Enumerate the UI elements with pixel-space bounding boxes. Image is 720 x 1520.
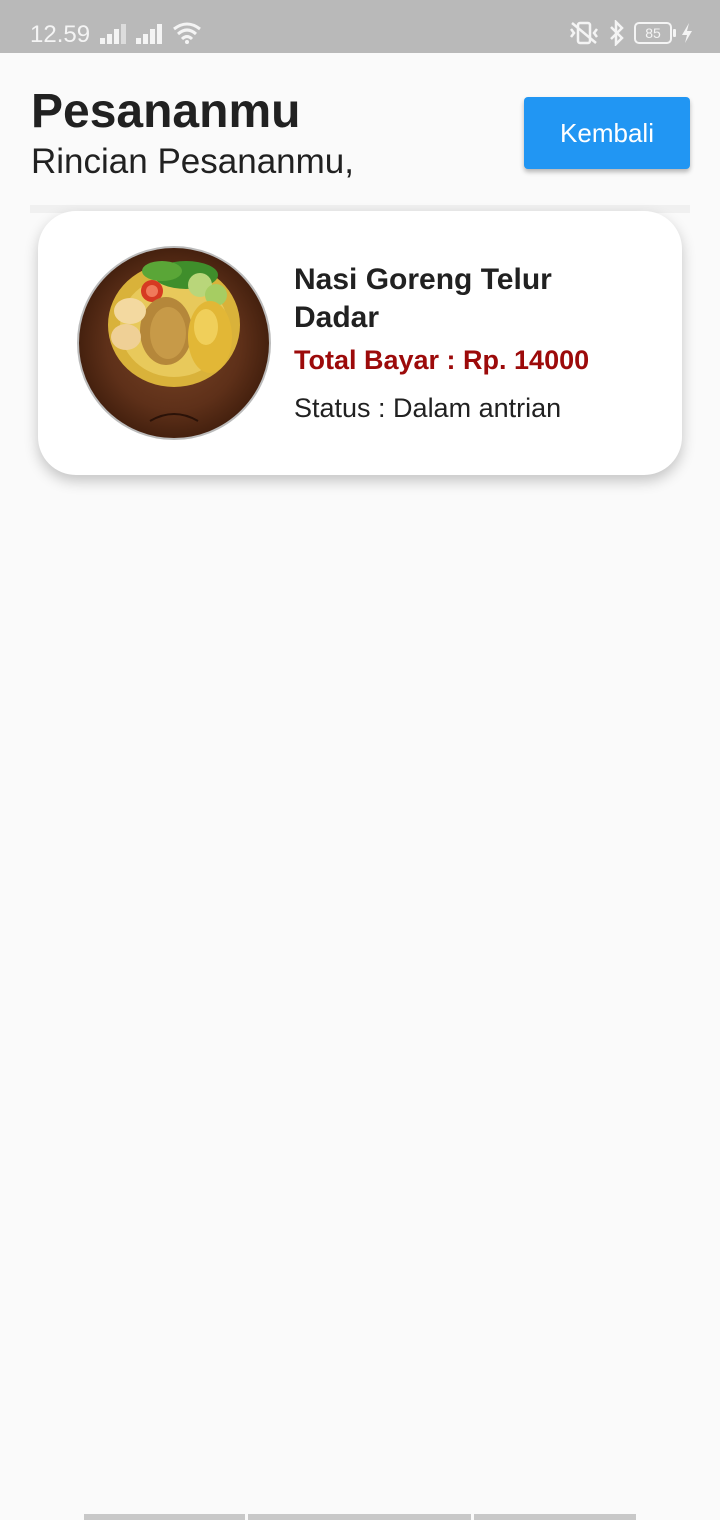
charging-icon: [682, 23, 692, 43]
bluetooth-icon: [610, 20, 624, 46]
wifi-icon: [173, 22, 201, 44]
page-title: Pesananmu: [31, 85, 301, 138]
status-right-icons: 85: [568, 20, 694, 46]
page-subtitle: Rincian Pesananmu,: [31, 142, 354, 181]
signal-icon: [100, 24, 126, 44]
vibrate-off-icon: [570, 21, 598, 45]
total-price: Total Bayar : Rp. 14000: [294, 345, 590, 375]
status-bar: 12.59 85: [0, 0, 720, 53]
nav-segment: [84, 1514, 245, 1520]
food-name: Nasi Goreng Telur Dadar: [294, 263, 552, 334]
back-button[interactable]: Kembali: [524, 97, 690, 169]
navigation-bar: [84, 1514, 636, 1520]
signal-icon: [136, 24, 162, 44]
battery-icon: 85: [634, 22, 676, 44]
status-time: 12.59: [30, 21, 91, 48]
food-image: [77, 246, 271, 440]
status-left-icons: [100, 22, 202, 44]
order-card[interactable]: Nasi Goreng Telur Dadar Total Bayar : Rp…: [38, 211, 682, 475]
order-status: Status : Dalam antrian: [294, 393, 562, 423]
nav-segment: [248, 1514, 471, 1520]
nav-segment: [474, 1514, 636, 1520]
